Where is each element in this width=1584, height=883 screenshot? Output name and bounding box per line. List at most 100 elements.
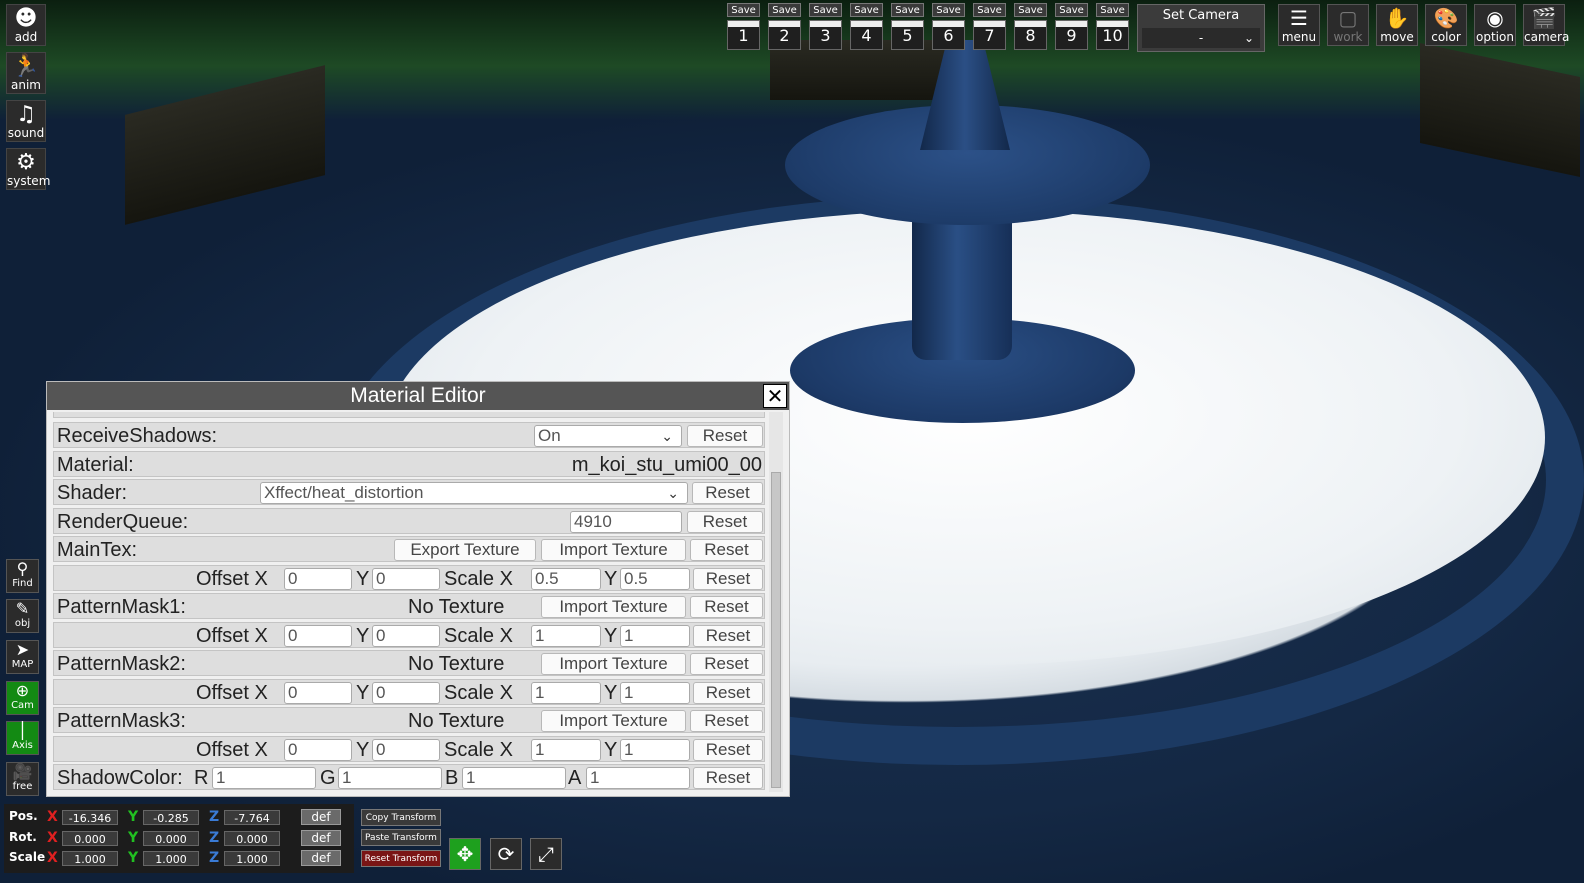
clapper-6-icon[interactable]: 6 [932,20,965,50]
pattern-mask-1-offset-x-input[interactable]: 0 [284,625,352,647]
clapper-9-icon[interactable]: 9 [1055,20,1088,50]
add-button[interactable]: ☻ add [6,4,46,46]
pattern-mask-2-scale-x-input[interactable]: 1 [531,682,601,704]
pattern-mask-2-transform-reset-button[interactable]: Reset [693,682,763,704]
copy-transform-button[interactable]: Copy Transform [361,809,441,826]
move-gizmo-icon[interactable]: ✥ [449,838,481,870]
clapper-7-icon[interactable]: 7 [973,20,1006,50]
paste-transform-button[interactable]: Paste Transform [361,829,441,846]
scale-x-input[interactable]: 1.000 [62,851,118,866]
scale-gizmo-icon[interactable]: ⤢ [530,838,562,870]
pattern-mask-3-offset-y-input[interactable]: 0 [372,739,440,761]
maintex-offset-x-input[interactable]: 0 [284,568,352,590]
shader-dropdown[interactable]: Xffect/heat_distortion ⌄ [260,482,688,504]
receive-shadows-dropdown[interactable]: On ⌄ [534,425,682,447]
free-camera-button[interactable]: 🎥 free [6,762,39,796]
material-editor-scrollbar[interactable] [769,412,783,792]
cam-button[interactable]: ⊕ Cam [6,681,39,715]
scale-z-input[interactable]: 1.000 [224,851,280,866]
obj-button[interactable]: ✎ obj [6,599,39,633]
save-slot-7[interactable]: Save 7 [973,3,1006,53]
pattern-mask-3-transform-reset-button[interactable]: Reset [693,739,763,761]
reset-transform-button[interactable]: Reset Transform [361,850,441,867]
axis-button[interactable]: │ Axis [6,721,39,755]
maintex-transform-reset-button[interactable]: Reset [693,568,763,590]
pattern-mask-2-scale-y-input[interactable]: 1 [620,682,690,704]
save-slot-2[interactable]: Save 2 [768,3,801,53]
pattern-mask-1-reset-button[interactable]: Reset [690,596,763,618]
maintex-import-button[interactable]: Import Texture [541,539,686,561]
save-slot-5[interactable]: Save 5 [891,3,924,53]
shader-reset-button[interactable]: Reset [692,482,763,504]
save-slot-4[interactable]: Save 4 [850,3,883,53]
render-queue-input[interactable]: 4910 [570,511,682,533]
save-slot-8[interactable]: Save 8 [1014,3,1047,53]
scale-y-input[interactable]: 1.000 [143,851,199,866]
pattern-mask-3-scale-x-input[interactable]: 1 [531,739,601,761]
anim-button[interactable]: 🏃 anim [6,52,46,94]
shadow-color-reset-button[interactable]: Reset [693,767,763,789]
close-icon[interactable]: ✕ [763,384,787,408]
clapper-3-icon[interactable]: 3 [809,20,842,50]
map-button[interactable]: ➤ MAP [6,640,39,674]
pattern-mask-1-import-button[interactable]: Import Texture [541,596,686,618]
save-slot-9[interactable]: Save 9 [1055,3,1088,53]
save-slot-10[interactable]: Save 10 [1096,3,1129,53]
receive-shadows-reset-button[interactable]: Reset [687,425,763,447]
pattern-mask-1-transform-reset-button[interactable]: Reset [693,625,763,647]
scrollbar-thumb[interactable] [771,472,781,788]
maintex-reset-button[interactable]: Reset [690,539,763,561]
rot-z-input[interactable]: 0.000 [224,831,280,846]
camera-button[interactable]: 🎬 camera [1523,4,1569,46]
maintex-scale-y-input[interactable]: 0.5 [620,568,690,590]
clapper-10-icon[interactable]: 10 [1096,20,1129,50]
pattern-mask-3-scale-y-input[interactable]: 1 [620,739,690,761]
sound-button[interactable]: ♫ sound [6,100,46,142]
pos-def-button[interactable]: def [301,809,341,825]
move-button[interactable]: ✋ move [1376,4,1418,46]
pattern-mask-2-offset-y-input[interactable]: 0 [372,682,440,704]
shadow-color-r-input[interactable]: 1 [212,767,316,789]
pattern-mask-2-import-button[interactable]: Import Texture [541,653,686,675]
work-button[interactable]: ▢ work [1327,4,1369,46]
set-camera-panel[interactable]: Set Camera - ⌄ [1137,4,1265,52]
pos-x-input[interactable]: -16.346 [62,810,118,825]
pattern-mask-1-scale-x-input[interactable]: 1 [531,625,601,647]
menu-button[interactable]: ☰ menu [1278,4,1320,46]
set-camera-select[interactable]: - ⌄ [1142,28,1260,48]
clapper-2-icon[interactable]: 2 [768,20,801,50]
pos-z-input[interactable]: -7.764 [224,810,280,825]
rotate-gizmo-icon[interactable]: ⟳ [490,838,522,870]
rot-y-input[interactable]: 0.000 [143,831,199,846]
rot-x-input[interactable]: 0.000 [62,831,118,846]
rot-def-button[interactable]: def [301,830,341,846]
clapper-1-icon[interactable]: 1 [727,20,760,50]
save-slot-3[interactable]: Save 3 [809,3,842,53]
pattern-mask-1-offset-y-input[interactable]: 0 [372,625,440,647]
render-queue-reset-button[interactable]: Reset [687,511,763,533]
save-slot-6[interactable]: Save 6 [932,3,965,53]
option-button[interactable]: ◉ option [1474,4,1516,46]
scale-def-button[interactable]: def [301,850,341,866]
pattern-mask-3-import-button[interactable]: Import Texture [541,710,686,732]
color-button[interactable]: 🎨 color [1425,4,1467,46]
material-editor-title[interactable]: Material Editor [47,382,789,410]
shadow-color-b-input[interactable]: 1 [462,767,566,789]
save-slot-1[interactable]: Save 1 [727,3,760,53]
clapper-4-icon[interactable]: 4 [850,20,883,50]
find-button[interactable]: ⚲ Find [6,559,39,593]
pos-y-input[interactable]: -0.285 [143,810,199,825]
clapper-8-icon[interactable]: 8 [1014,20,1047,50]
maintex-scale-x-input[interactable]: 0.5 [531,568,601,590]
shadow-color-g-input[interactable]: 1 [338,767,442,789]
maintex-offset-y-input[interactable]: 0 [372,568,440,590]
pattern-mask-2-reset-button[interactable]: Reset [690,653,763,675]
clapper-5-icon[interactable]: 5 [891,20,924,50]
material-editor-window[interactable]: Material Editor ✕ ReceiveShadows: On ⌄ R… [46,381,790,797]
system-button[interactable]: ⚙ system [6,148,50,190]
pattern-mask-2-offset-x-input[interactable]: 0 [284,682,352,704]
pattern-mask-3-reset-button[interactable]: Reset [690,710,763,732]
shadow-color-a-input[interactable]: 1 [586,767,690,789]
pattern-mask-1-scale-y-input[interactable]: 1 [620,625,690,647]
maintex-export-button[interactable]: Export Texture [394,539,536,561]
